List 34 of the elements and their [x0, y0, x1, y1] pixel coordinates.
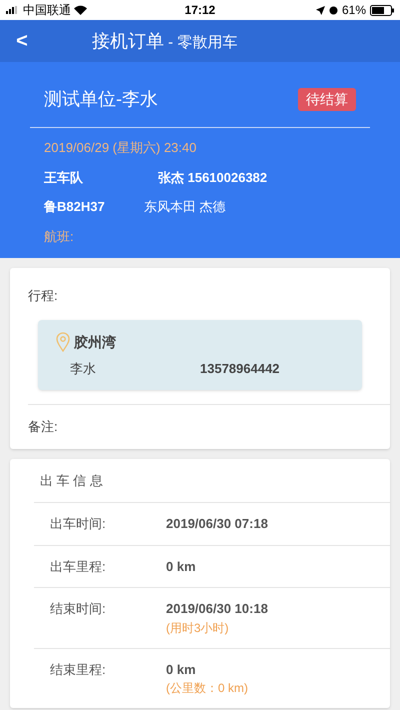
field-value: 0 km: [166, 660, 197, 678]
contact-phone: 13578964442: [200, 360, 280, 378]
field-value: 0 km: [166, 558, 196, 576]
location-arrow-icon: [316, 6, 325, 14]
field-value: 2019/06/30 07:18: [166, 515, 268, 533]
field-value: 2019/06/30 10:18: [166, 600, 268, 618]
field-label: 结束时间:: [50, 600, 107, 618]
driver-info: 张杰 15610026382: [158, 168, 268, 186]
field-note: (用时3小时): [166, 620, 230, 636]
field-label: 出车里程:: [50, 558, 107, 576]
remark-label: 备注:: [28, 419, 58, 434]
field-label: 结束里程:: [50, 660, 107, 678]
wifi-icon: [74, 5, 87, 15]
page-title: 接机订单 - 零散用车: [92, 30, 238, 52]
fleet-name: 王车队: [44, 168, 84, 186]
info-title: 出 车 信 息: [40, 472, 103, 488]
flight-label: 航班:: [44, 228, 75, 246]
field-note: (公里数：0 km): [166, 680, 248, 697]
status-badge: 待结算: [298, 88, 356, 111]
trip-label: 行程:: [28, 288, 58, 303]
back-button[interactable]: <: [0, 26, 44, 56]
car-model: 东风本田 杰德: [144, 198, 226, 216]
field-label: 出车时间:: [50, 515, 107, 533]
battery-icon: [370, 4, 394, 16]
clock-time: 17:12: [184, 2, 216, 19]
company-name: 测试单位-李水: [44, 88, 158, 111]
plate-number: 鲁B82H37: [44, 198, 106, 216]
order-datetime: 2019/06/29 (星期六) 23:40: [44, 139, 198, 157]
contact-name: 李水: [70, 360, 97, 378]
location-pin-icon: [56, 332, 70, 352]
place-name: 胶州湾: [74, 332, 116, 352]
signal-icon: [6, 6, 20, 14]
battery-percent: 61%: [342, 2, 366, 19]
carrier-name: 中国联通: [23, 2, 71, 19]
